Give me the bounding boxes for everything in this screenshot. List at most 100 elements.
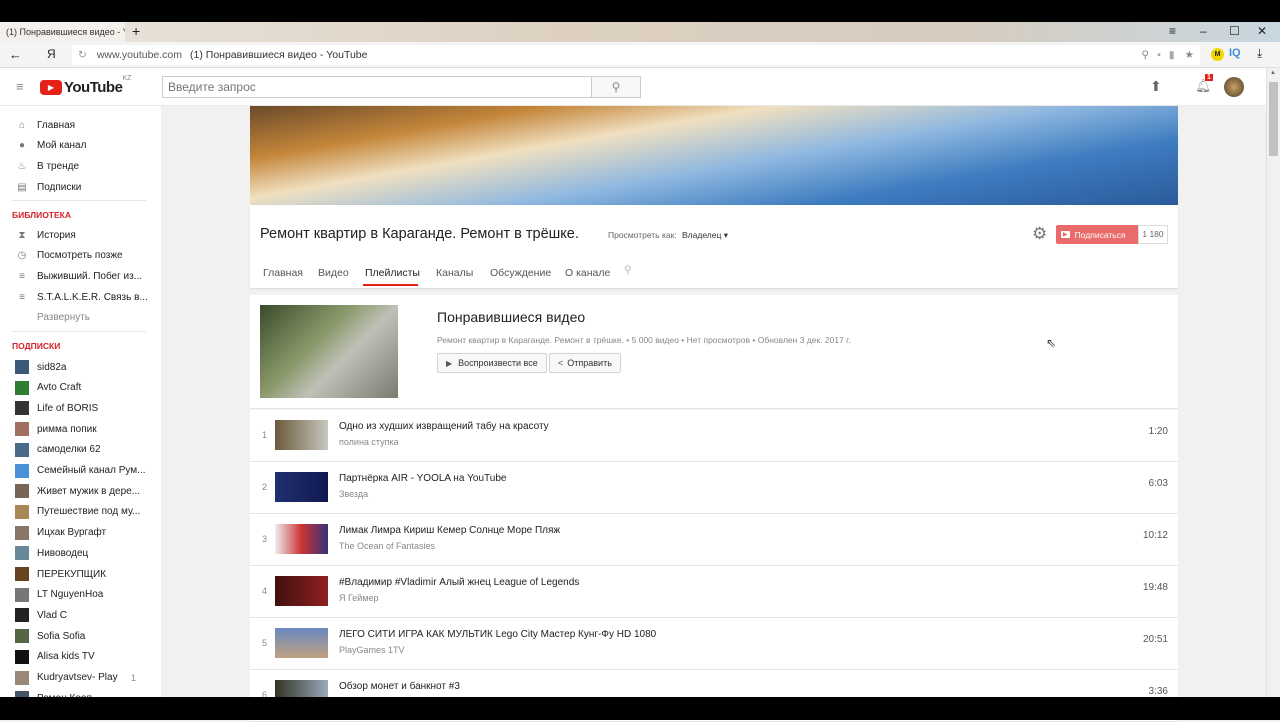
subscribe-button[interactable]: ▶ Подписаться bbox=[1056, 225, 1138, 244]
sidebar-item-subscription[interactable]: самоделки 62 bbox=[0, 440, 160, 460]
video-channel[interactable]: PlayGames 1TV bbox=[339, 645, 405, 655]
expand-link[interactable]: Развернуть bbox=[0, 308, 160, 328]
sidebar-item-subscription[interactable]: LT NguyenHoa bbox=[0, 585, 160, 605]
sidebar-item-subscription[interactable]: Kudryavtsev- Play 1 bbox=[0, 668, 160, 688]
video-title[interactable]: Одно из худших извращений табу на красот… bbox=[339, 421, 549, 432]
sidebar-item-subscription[interactable]: Sofia Sofia bbox=[0, 626, 160, 646]
video-title[interactable]: Обзор монет и банкнот #3 bbox=[339, 681, 460, 692]
sidebar-item-label: История bbox=[37, 229, 76, 241]
video-thumbnail[interactable] bbox=[275, 576, 328, 606]
sidebar-item-subscription[interactable]: Life of BORIS bbox=[0, 398, 160, 418]
playlist-icon: ≡ bbox=[19, 291, 25, 303]
sidebar-item-subscription[interactable]: Нивоводец bbox=[0, 543, 160, 563]
playlist-video-row[interactable]: 3 Лимак Лимра Кириш Кемер Солнце Море Пля… bbox=[250, 514, 1178, 566]
tab-channels[interactable]: Каналы bbox=[436, 267, 473, 279]
close-window-icon[interactable]: ✕ bbox=[1257, 24, 1267, 38]
video-thumbnail[interactable] bbox=[275, 420, 328, 450]
youtube-logo[interactable]: ▶ YouTube KZ bbox=[40, 75, 131, 96]
scroll-up-arrow-icon[interactable]: ▲ bbox=[1270, 70, 1276, 76]
play-all-button[interactable]: ▶ Воспроизвести все bbox=[437, 353, 547, 373]
sidebar-item-subscription[interactable]: Путешествие под му... bbox=[0, 502, 160, 522]
playlist-video-row[interactable]: 5 ЛЕГО СИТИ ИГРА КАК МУЛЬТИК Lego City Ма… bbox=[250, 618, 1178, 670]
video-thumbnail[interactable] bbox=[275, 472, 328, 502]
protect-icon[interactable]: ▮ bbox=[1169, 49, 1175, 61]
scrollbar-thumb[interactable] bbox=[1269, 82, 1278, 156]
video-duration: 10:12 bbox=[1142, 530, 1168, 541]
divider bbox=[12, 331, 146, 332]
video-channel[interactable]: Звезда bbox=[339, 489, 368, 499]
avatar[interactable] bbox=[1224, 77, 1244, 97]
tab-discussion[interactable]: Обсуждение bbox=[490, 267, 551, 279]
search-button[interactable]: ⚲ bbox=[591, 76, 641, 98]
video-thumbnail[interactable] bbox=[275, 524, 328, 554]
sidebar-item-subscription[interactable]: Avto Craft bbox=[0, 378, 160, 398]
comment-icon[interactable]: ▪ bbox=[1157, 49, 1161, 61]
sidebar-item-library[interactable]: ◷ Посмотреть позже bbox=[0, 246, 160, 266]
sidebar-item-subscription[interactable]: римма попик bbox=[0, 419, 160, 439]
video-channel[interactable]: Я Геймер bbox=[339, 593, 379, 603]
playlist-thumbnail[interactable] bbox=[260, 305, 398, 398]
minimize-icon[interactable]: – bbox=[1200, 24, 1207, 38]
hamburger-menu-icon[interactable]: ≡ bbox=[16, 79, 24, 94]
video-thumbnail[interactable] bbox=[275, 628, 328, 658]
download-icon[interactable]: ⤓ bbox=[1257, 46, 1262, 61]
video-title[interactable]: #Владимир #Vladimir Алый жнец League of … bbox=[339, 577, 579, 588]
bookmark-star-icon[interactable]: ★ bbox=[1185, 49, 1194, 61]
sidebar: ⌂ Главная ● Мой канал ♨ В тренде ▤ Подписки БИБЛ… bbox=[0, 106, 161, 706]
sidebar-item-subscription[interactable]: sid82a bbox=[0, 357, 160, 377]
channel-avatar bbox=[15, 567, 29, 581]
settings-gear-icon[interactable]: ⚙ bbox=[1032, 224, 1047, 244]
channel-search-icon[interactable]: ⚲ bbox=[624, 264, 632, 276]
tab-videos[interactable]: Видео bbox=[318, 267, 349, 279]
sidebar-item-main[interactable]: ● Мой канал bbox=[0, 136, 160, 156]
sidebar-item-label: В тренде bbox=[37, 160, 80, 172]
view-as-dropdown[interactable]: Владелец ▾ bbox=[682, 230, 728, 241]
url-field[interactable]: ↻ www.youtube.com (1) Понравившиеся виде… bbox=[72, 45, 1200, 65]
ext-iq-icon[interactable]: IQ bbox=[1229, 47, 1241, 59]
sidebar-item-main[interactable]: ⌂ Главная bbox=[0, 115, 160, 135]
subscriptions-heading: ПОДПИСКИ bbox=[12, 341, 61, 351]
back-icon[interactable]: ← bbox=[9, 47, 22, 62]
playlist-video-row[interactable]: 2 Партнёрка AIR - YOOLA на YouTube Звезда 6… bbox=[250, 462, 1178, 514]
tab-home[interactable]: Главная bbox=[263, 267, 303, 279]
new-tab-button[interactable]: + bbox=[132, 23, 140, 39]
maximize-icon[interactable]: ☐ bbox=[1229, 24, 1240, 38]
video-channel[interactable]: The Ocean of Fantasies bbox=[339, 541, 435, 551]
playlist-video-row[interactable]: 1 Одно из худших извращений табу на красо… bbox=[250, 410, 1178, 462]
sidebar-item-subscription[interactable]: Ицхак Вургафт bbox=[0, 523, 160, 543]
video-title[interactable]: Лимак Лимра Кириш Кемер Солнце Море Пляж bbox=[339, 525, 560, 536]
sidebar-item-subscription[interactable]: ПЕРЕКУПЩИК bbox=[0, 564, 160, 584]
home-icon: ⌂ bbox=[18, 119, 26, 131]
channel-avatar bbox=[15, 546, 29, 561]
sidebar-item-subscription[interactable]: Семейный канал Рум... bbox=[0, 461, 160, 481]
view-as-label: Просмотреть как: bbox=[608, 230, 677, 240]
search-input[interactable] bbox=[162, 76, 592, 98]
yandex-button[interactable]: Я bbox=[47, 47, 56, 61]
menu-icon[interactable]: ≡ bbox=[1169, 24, 1176, 38]
playlist-video-row[interactable]: 4 #Владимир #Vladimir Алый жнец League of… bbox=[250, 566, 1178, 618]
ext-m-icon[interactable]: M bbox=[1211, 48, 1224, 61]
sidebar-item-subscription[interactable]: Живет мужик в дере... bbox=[0, 481, 160, 501]
share-button[interactable]: < Отправить bbox=[549, 353, 621, 373]
sidebar-item-main[interactable]: ♨ В тренде bbox=[0, 156, 160, 176]
sidebar-item-library[interactable]: ⧗ История bbox=[0, 225, 160, 245]
sidebar-item-label: самоделки 62 bbox=[37, 444, 101, 456]
sidebar-item-label: Путешествие под му... bbox=[37, 506, 141, 518]
sidebar-item-label: римма попик bbox=[37, 423, 97, 435]
sidebar-item-subscription[interactable]: Alisa kids TV bbox=[0, 647, 160, 667]
upload-icon[interactable]: ⬆ bbox=[1150, 78, 1162, 95]
caret-down-icon: ▾ bbox=[723, 230, 728, 240]
sidebar-item-main[interactable]: ▤ Подписки bbox=[0, 177, 160, 197]
video-title[interactable]: ЛЕГО СИТИ ИГРА КАК МУЛЬТИК Lego City Мас… bbox=[339, 629, 656, 640]
sidebar-item-library[interactable]: ≡ Выживший. Побег из... bbox=[0, 266, 160, 286]
video-title[interactable]: Партнёрка AIR - YOOLA на YouTube bbox=[339, 473, 506, 484]
page-scrollbar[interactable]: ▲ bbox=[1266, 68, 1280, 697]
reload-icon[interactable]: ↻ bbox=[78, 49, 87, 61]
tab-playlists[interactable]: Плейлисты bbox=[365, 267, 420, 279]
tab-about[interactable]: О канале bbox=[565, 267, 610, 279]
browser-tab[interactable]: (1) Понравившиеся видео - YouTube× bbox=[0, 22, 125, 42]
sidebar-item-subscription[interactable]: Vlad C bbox=[0, 605, 160, 625]
video-channel[interactable]: полина ступка bbox=[339, 437, 399, 447]
zoom-icon[interactable]: ⚲ bbox=[1141, 49, 1149, 61]
sidebar-item-library[interactable]: ≡ S.T.A.L.K.E.R. Связь в... bbox=[0, 287, 160, 307]
